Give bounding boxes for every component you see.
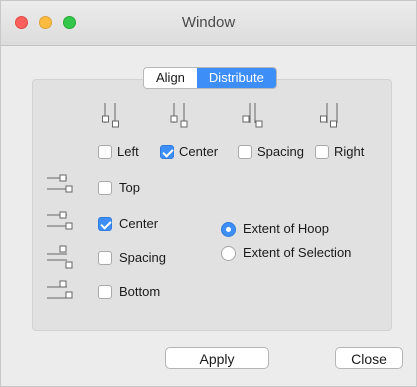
close-button[interactable]: Close [335,347,403,369]
horizontal-spacing-checkbox[interactable] [238,145,252,159]
top-checkbox[interactable] [98,181,112,195]
right-label: Right [334,144,365,159]
distribute-center-icon [165,101,193,129]
distribute-right-icon [315,101,343,129]
apply-button[interactable]: Apply [165,347,269,369]
tab-bar: Align Distribute [143,67,277,89]
vertical-spacing-checkbox[interactable] [98,251,112,265]
vertical-center-label: Center [119,216,159,231]
right-checkbox[interactable] [315,145,329,159]
vertical-center-checkbox[interactable] [98,217,112,231]
title-bar: Window [1,1,416,46]
horizontal-center-checkbox[interactable] [160,145,174,159]
extent-of-selection-label: Extent of Selection [243,245,352,260]
bottom-checkbox[interactable] [98,285,112,299]
distribute-spacing-icon [238,101,266,129]
extent-of-hoop-radio[interactable] [221,222,236,237]
bottom-label: Bottom [119,284,161,299]
vertical-spacing-label: Spacing [119,250,166,265]
top-label: Top [119,180,140,195]
distribute-left-icon [96,101,124,129]
distribute-vertical-center-icon [45,209,73,237]
window: Window Align Distribute Left Center Spac… [0,0,417,387]
distribute-top-icon [45,172,73,200]
distribute-bottom-icon [45,278,73,306]
horizontal-spacing-label: Spacing [257,144,304,159]
extent-of-selection-radio[interactable] [221,246,236,261]
window-title: Window [181,14,236,31]
tab-distribute[interactable]: Distribute [196,68,276,88]
extent-of-hoop-label: Extent of Hoop [243,221,329,236]
left-checkbox[interactable] [98,145,112,159]
horizontal-center-label: Center [179,144,219,159]
distribute-vertical-spacing-icon [45,244,73,272]
tab-align[interactable]: Align [144,68,197,88]
left-label: Left [117,144,139,159]
